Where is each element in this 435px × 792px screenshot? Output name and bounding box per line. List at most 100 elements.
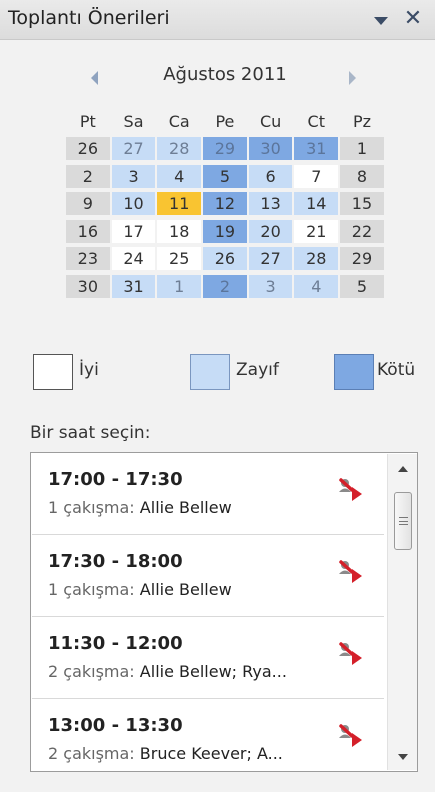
weekday-label: Sa — [123, 112, 144, 131]
legend-fair-swatch — [190, 354, 230, 390]
time-range: 17:00 - 17:30 — [48, 469, 183, 490]
calendar-day[interactable]: 4 — [294, 274, 339, 298]
calendar-week-row: 9 10 11 12 13 14 15 — [66, 192, 386, 217]
calendar-day[interactable]: 9 — [66, 192, 110, 215]
close-icon[interactable]: ✕ — [401, 6, 425, 32]
calendar-day[interactable]: 2 — [203, 274, 247, 298]
meeting-suggestions-pane: Toplantı Önerileri ✕ Ağustos 2011 Pt Sa … — [0, 0, 435, 792]
legend-fair-label: Zayıf — [236, 360, 279, 380]
calendar-day[interactable]: 5 — [203, 164, 247, 188]
calendar-day[interactable]: 16 — [66, 219, 110, 243]
calendar-day[interactable]: 31 — [294, 137, 339, 160]
previous-month-icon[interactable] — [88, 68, 104, 88]
scroll-up-icon[interactable] — [388, 458, 417, 480]
time-suggestion-item[interactable]: 17:00 - 17:30 1 çakışma: Allie Bellew — [32, 453, 384, 535]
calendar-day[interactable]: 29 — [203, 137, 247, 160]
time-suggestion-item[interactable]: 17:30 - 18:00 1 çakışma: Allie Bellew — [32, 535, 384, 617]
pane-title-bar: Toplantı Önerileri ✕ — [0, 0, 435, 40]
calendar-day[interactable]: 21 — [294, 219, 339, 243]
calendar-day[interactable]: 22 — [340, 219, 384, 243]
time-suggestion-list: 17:00 - 17:30 1 çakışma: Allie Bellew 17:3… — [30, 452, 418, 772]
calendar-day[interactable]: 2 — [66, 164, 110, 188]
weekday-header: Pt Sa Ca Pe Cu Ct Pz — [66, 110, 386, 135]
calendar-day[interactable]: 23 — [66, 247, 110, 270]
weekday-label: Pz — [352, 112, 371, 131]
calendar-day[interactable]: 30 — [248, 137, 293, 160]
conflict-summary: 1 çakışma: Allie Bellew — [48, 580, 232, 599]
month-label: Ağustos 2011 — [163, 64, 287, 85]
conflict-summary: 2 çakışma: Bruce Keever; A... — [48, 744, 283, 763]
conflict-count: 1 çakışma: — [48, 498, 135, 517]
time-suggestion-item[interactable]: 13:00 - 13:30 2 çakışma: Bruce Keever; A.… — [32, 699, 384, 771]
calendar-day[interactable]: 28 — [157, 137, 202, 160]
time-range: 11:30 - 12:00 — [48, 633, 183, 654]
calendar-day-selected[interactable]: 11 — [157, 192, 202, 215]
conflict-attendees: Allie Bellew; Rya... — [139, 662, 287, 681]
calendar-day[interactable]: 14 — [294, 192, 339, 215]
weekday-label: Pt — [79, 112, 96, 131]
calendar-day[interactable]: 27 — [111, 137, 156, 160]
calendar-day[interactable]: 26 — [203, 247, 247, 270]
legend-good-swatch — [33, 354, 73, 390]
attendee-conflict-icon — [339, 642, 362, 665]
conflict-attendees: Allie Bellew — [139, 580, 232, 599]
calendar-day[interactable]: 18 — [157, 219, 202, 243]
calendar-day[interactable]: 1 — [157, 274, 202, 298]
calendar-day[interactable]: 19 — [203, 219, 247, 243]
pane-title: Toplantı Önerileri — [8, 7, 170, 29]
calendar-day[interactable]: 1 — [340, 137, 384, 160]
legend-poor-label: Kötü — [377, 360, 416, 380]
calendar-week-row: 23 24 25 26 27 28 29 — [66, 247, 386, 272]
time-range: 17:30 - 18:00 — [48, 551, 183, 572]
calendar-week-row: 16 17 18 19 20 21 22 — [66, 219, 386, 245]
weekday-label: Pe — [215, 112, 235, 131]
calendar-day[interactable]: 12 — [203, 192, 247, 215]
grip-icon — [399, 517, 408, 525]
calendar-day[interactable]: 13 — [248, 192, 293, 215]
conflict-count: 2 çakışma: — [48, 744, 135, 763]
conflict-count: 1 çakışma: — [48, 580, 135, 599]
pane-options-dropdown-icon[interactable] — [369, 6, 393, 32]
next-month-icon[interactable] — [344, 68, 360, 88]
calendar-day[interactable]: 4 — [157, 164, 202, 188]
calendar-week-row: 30 31 1 2 3 4 5 — [66, 274, 386, 300]
conflict-attendees: Bruce Keever; A... — [139, 744, 283, 763]
calendar-day[interactable]: 25 — [157, 247, 202, 270]
weekday-label: Cu — [259, 112, 282, 131]
calendar-day[interactable]: 15 — [340, 192, 384, 215]
calendar-day[interactable]: 28 — [294, 247, 339, 270]
conflict-count: 2 çakışma: — [48, 662, 135, 681]
calendar-day[interactable]: 26 — [66, 137, 110, 160]
time-range: 13:00 - 13:30 — [48, 715, 183, 736]
calendar-day[interactable]: 5 — [340, 274, 384, 298]
calendar-day[interactable]: 3 — [111, 164, 156, 188]
calendar-day[interactable]: 31 — [111, 274, 156, 298]
weekday-label: Ca — [168, 112, 190, 131]
scrollbar-thumb[interactable] — [394, 492, 412, 550]
attendee-conflict-icon — [339, 478, 362, 501]
calendar-day[interactable]: 10 — [111, 192, 156, 215]
attendee-conflict-icon — [339, 560, 362, 583]
calendar-day[interactable]: 17 — [111, 219, 156, 243]
vertical-scrollbar[interactable] — [387, 454, 417, 770]
conflict-summary: 1 çakışma: Allie Bellew — [48, 498, 232, 517]
conflict-attendees: Allie Bellew — [139, 498, 232, 517]
calendar-day[interactable]: 29 — [340, 247, 384, 270]
calendar-day[interactable]: 27 — [248, 247, 293, 270]
calendar-day[interactable]: 3 — [248, 274, 293, 298]
conflict-summary: 2 çakışma: Allie Bellew; Rya... — [48, 662, 287, 681]
calendar-day[interactable]: 8 — [340, 164, 384, 188]
calendar-day[interactable]: 6 — [248, 164, 293, 188]
time-suggestion-item[interactable]: 11:30 - 12:00 2 çakışma: Allie Bellew; Ry… — [32, 617, 384, 699]
calendar-day[interactable]: 20 — [248, 219, 293, 243]
calendar-day[interactable]: 30 — [66, 274, 110, 298]
calendar-day[interactable]: 24 — [111, 247, 156, 270]
attendee-conflict-icon — [339, 724, 362, 747]
weekday-label: Ct — [307, 112, 325, 131]
scroll-down-icon[interactable] — [388, 746, 417, 768]
calendar-week-row: 26 27 28 29 30 31 1 — [66, 137, 386, 162]
legend-poor-swatch — [334, 354, 374, 390]
calendar-day[interactable]: 7 — [294, 164, 339, 188]
legend-good-label: İyi — [79, 360, 99, 380]
choose-time-label: Bir saat seçin: — [30, 423, 151, 443]
